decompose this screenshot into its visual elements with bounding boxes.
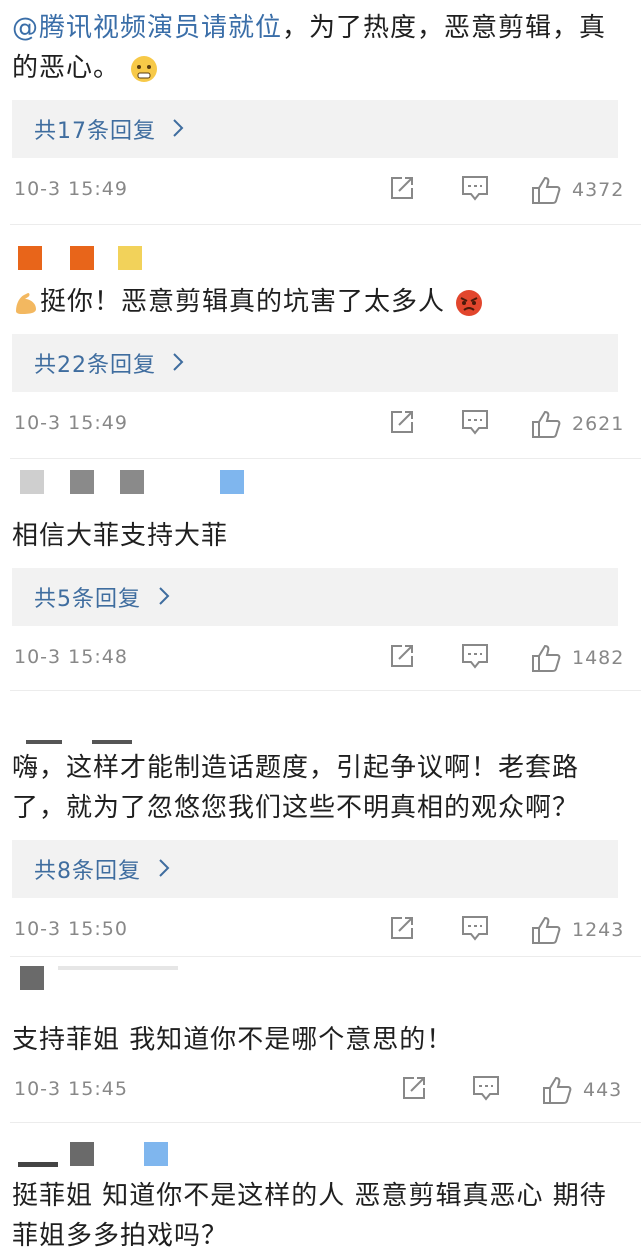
divider <box>10 956 641 957</box>
timestamp: 10-3 15:45 <box>14 1078 128 1100</box>
comment-text: @腾讯视频演员请就位，为了热度，恶意剪辑，真的恶心。 <box>12 13 607 83</box>
comment-icon[interactable] <box>460 408 490 436</box>
comment-text: 支持菲姐 我知道你不是哪个意思的！ <box>12 1025 454 1055</box>
thumbs-up-icon[interactable] <box>541 1074 573 1106</box>
thumbs-up-icon[interactable] <box>530 174 562 206</box>
redaction-block <box>20 470 44 494</box>
redaction-block <box>70 1142 94 1166</box>
comment-text: 挺你！恶意剪辑真的坑害了太多人 <box>12 282 623 322</box>
share-icon[interactable] <box>388 174 416 202</box>
share-icon[interactable] <box>388 408 416 436</box>
comment-meta: 10-3 15:49 2621 <box>0 406 641 446</box>
timestamp: 10-3 15:49 <box>14 178 128 200</box>
divider <box>10 690 641 691</box>
comment-text: 挺菲姐 知道你不是这样的人 恶意剪辑真恶心 期待菲姐多多拍戏吗？ <box>12 1181 607 1251</box>
like-count: 443 <box>583 1079 623 1101</box>
share-icon[interactable] <box>388 914 416 942</box>
comment-text: 相信大菲支持大菲 <box>12 521 229 551</box>
redaction-block <box>26 740 62 744</box>
redaction-block <box>92 740 132 744</box>
timestamp: 10-3 15:50 <box>14 918 128 940</box>
like-count: 4372 <box>572 179 625 201</box>
comment-text: 嗨，这样才能制造话题度，引起争议啊！老套路了，就为了忽悠您我们这些不明真相的观众… <box>12 753 580 823</box>
like-count: 1482 <box>572 647 625 669</box>
reply-count-label: 共8条回复 <box>34 859 141 884</box>
share-icon[interactable] <box>388 642 416 670</box>
comment-icon[interactable] <box>460 174 490 202</box>
angry-face-emoji-icon <box>456 289 483 316</box>
redaction-block <box>70 246 94 270</box>
reply-count-button[interactable]: 共8条回复 <box>12 840 618 898</box>
redaction-block <box>20 966 44 990</box>
redaction-block <box>144 1142 168 1166</box>
chevron-right-icon <box>159 859 170 877</box>
redaction-block <box>220 470 244 494</box>
comment-icon[interactable] <box>471 1074 501 1102</box>
redaction-block <box>18 1162 58 1167</box>
divider <box>10 1122 641 1123</box>
comment-meta: 10-3 15:49 4372 <box>0 172 641 212</box>
redaction-block <box>118 246 142 270</box>
mention-link[interactable]: @腾讯视频演员请就位 <box>12 13 282 43</box>
reply-count-label: 共22条回复 <box>34 353 156 378</box>
thumbs-up-icon[interactable] <box>530 408 562 440</box>
worried-face-emoji-icon <box>131 55 158 82</box>
chevron-right-icon <box>159 587 170 605</box>
comment-meta: 10-3 15:45 443 <box>0 1072 641 1112</box>
redaction-block <box>58 966 178 970</box>
comment-icon[interactable] <box>460 914 490 942</box>
like-count: 2621 <box>572 413 625 435</box>
redaction-block <box>120 470 144 494</box>
flexed-biceps-emoji-icon <box>16 292 36 314</box>
thumbs-up-icon[interactable] <box>530 914 562 946</box>
redaction-block <box>18 246 42 270</box>
reply-count-label: 共17条回复 <box>34 119 156 144</box>
chevron-right-icon <box>173 119 184 137</box>
comment-icon[interactable] <box>460 642 490 670</box>
share-icon[interactable] <box>400 1074 428 1102</box>
reply-count-button[interactable]: 共22条回复 <box>12 334 618 392</box>
reply-count-button[interactable]: 共5条回复 <box>12 568 618 626</box>
thumbs-up-icon[interactable] <box>530 642 562 674</box>
reply-count-button[interactable]: 共17条回复 <box>12 100 618 158</box>
chevron-right-icon <box>173 353 184 371</box>
divider <box>10 224 641 225</box>
comment-meta: 10-3 15:48 1482 <box>0 640 641 680</box>
like-count: 1243 <box>572 919 625 941</box>
timestamp: 10-3 15:48 <box>14 646 128 668</box>
timestamp: 10-3 15:49 <box>14 412 128 434</box>
redaction-block <box>70 470 94 494</box>
comment-meta: 10-3 15:50 1243 <box>0 912 641 952</box>
reply-count-label: 共5条回复 <box>34 587 141 612</box>
divider <box>10 458 641 459</box>
